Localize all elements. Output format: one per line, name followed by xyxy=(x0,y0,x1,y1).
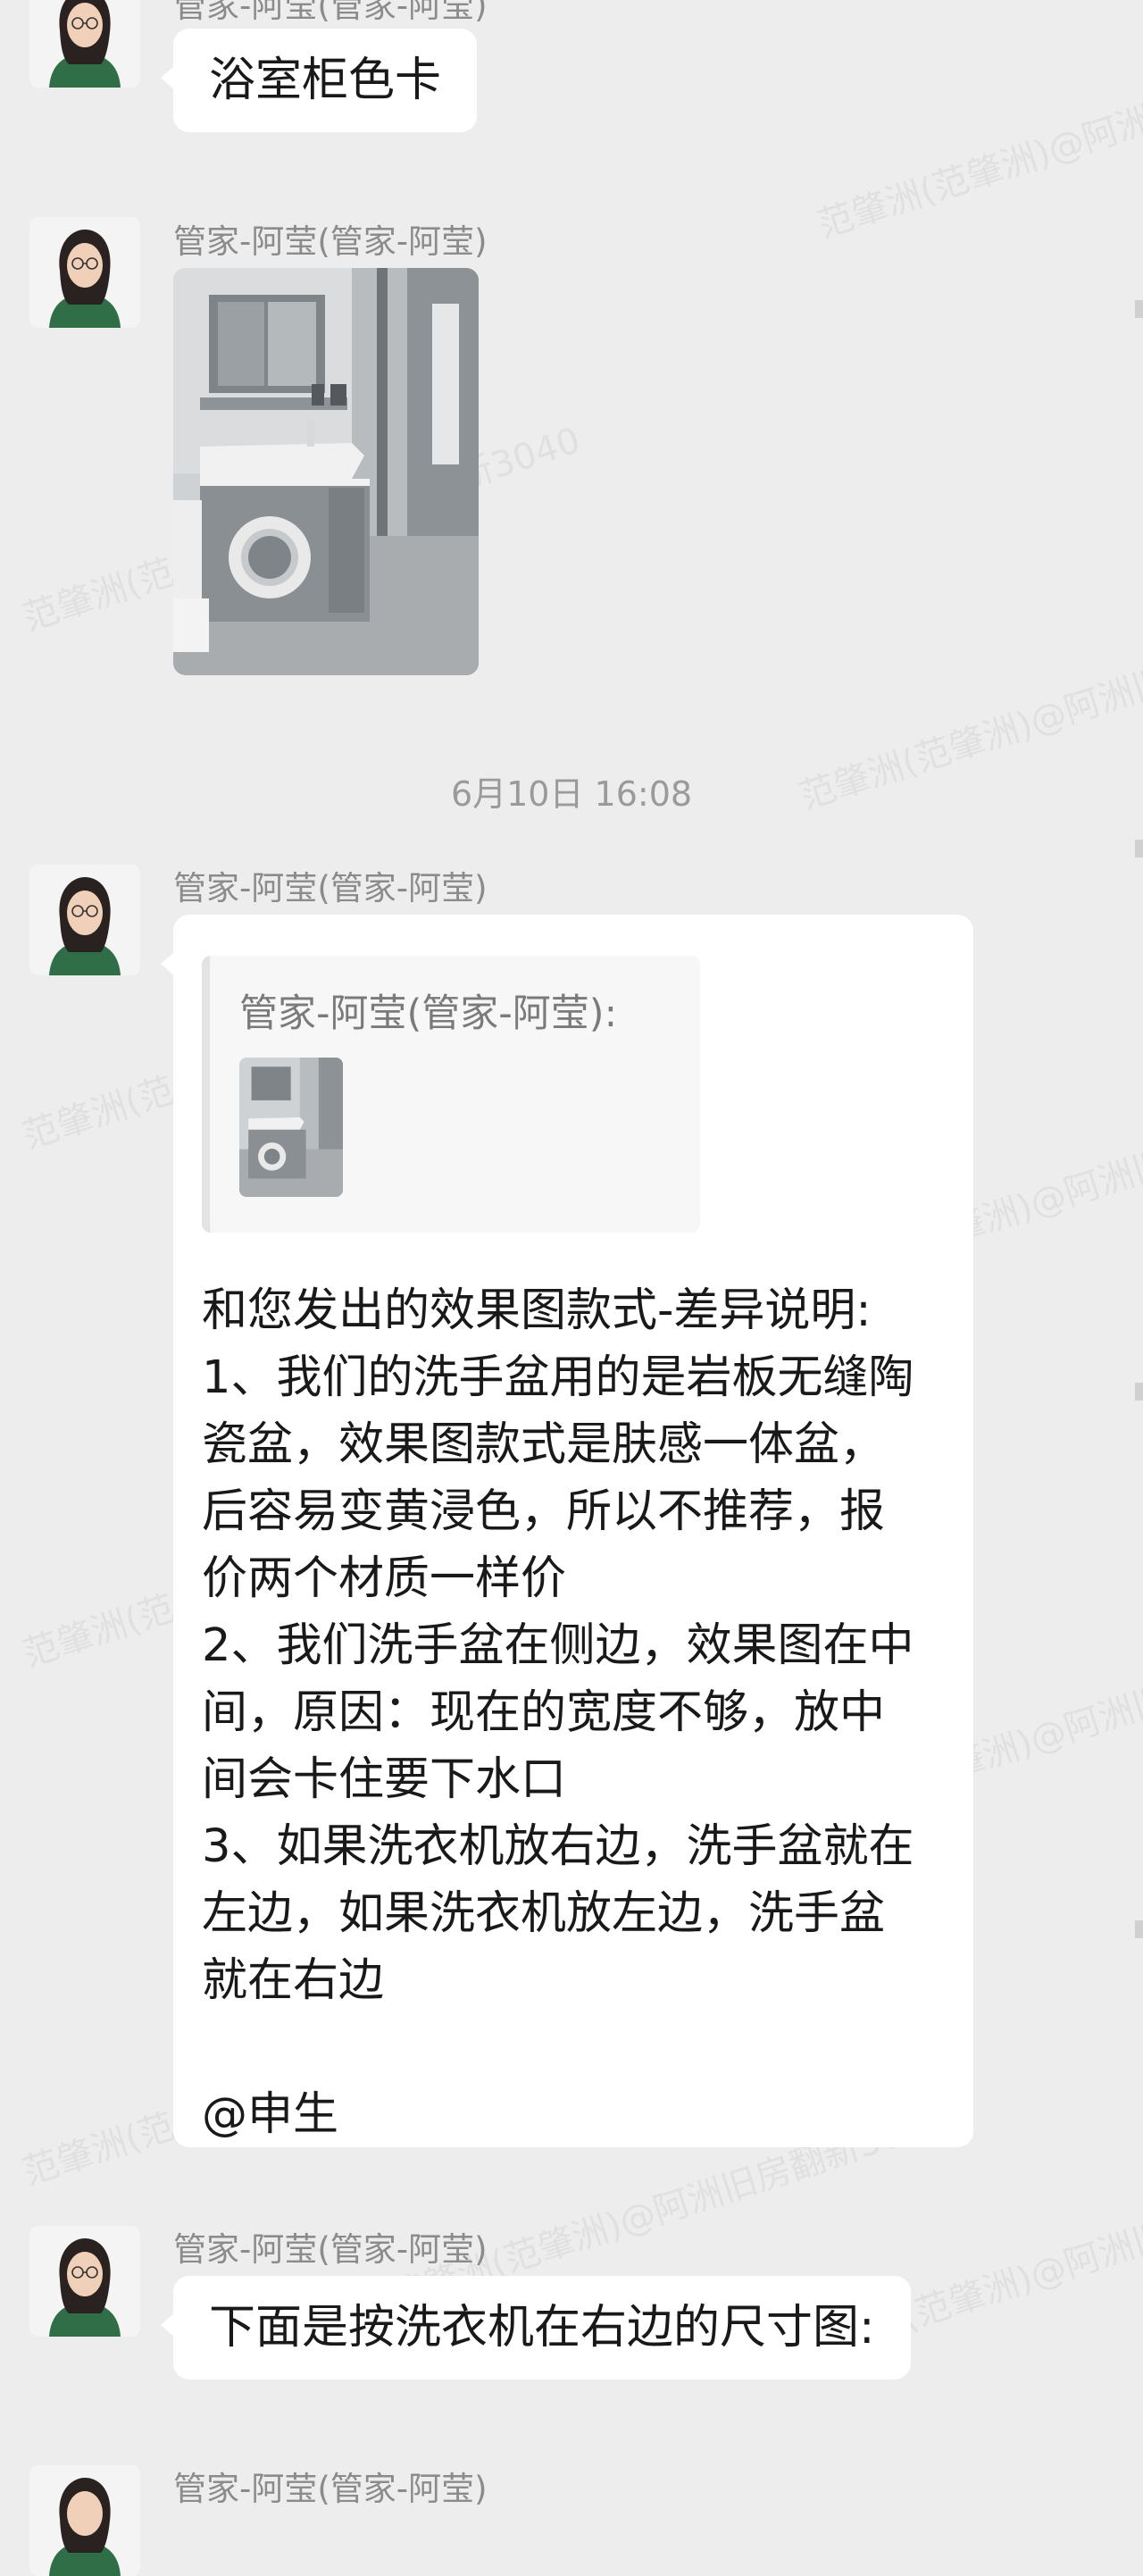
message-bubble[interactable]: 下面是按洗衣机在右边的尺寸图: xyxy=(161,2276,911,2379)
message-bubble[interactable]: 浴室柜色卡 xyxy=(160,29,478,132)
avatar-icon xyxy=(29,217,140,328)
avatar-icon xyxy=(29,865,140,975)
mention-line[interactable]: @申生 xyxy=(202,2081,914,2148)
avatar[interactable] xyxy=(29,0,140,88)
sender-name: 管家-阿莹(管家-阿莹) xyxy=(173,0,488,25)
message-body: 和您发出的效果图款式-差异说明: 1、我们的洗手盆用的是岩板无缝陶 瓷盆，效果图… xyxy=(202,1277,914,2148)
message-line: 后容易变黄浸色，所以不推荐，报 xyxy=(202,1485,886,1538)
message-line: 间，原因：现在的宽度不够，放中 xyxy=(202,1686,886,1739)
quote-image-thumb[interactable] xyxy=(239,1058,343,1197)
message-text: 下面是按洗衣机在右边的尺寸图: xyxy=(209,2301,875,2354)
sender-name: 管家-阿莹(管家-阿莹) xyxy=(173,2230,488,2269)
scroll-marker xyxy=(1135,1383,1143,1401)
message-line: 就在右边 xyxy=(202,1954,385,2007)
message-line: 瓷盆，效果图款式是肤感一体盆， xyxy=(202,1418,886,1471)
avatar-icon xyxy=(29,2226,140,2337)
message-line: 1、我们的洗手盆用的是岩板无缝陶 xyxy=(202,1351,914,1404)
message-text: 浴室柜色卡 xyxy=(209,54,442,107)
avatar[interactable] xyxy=(29,865,140,975)
bathroom-cabinet-photo[interactable] xyxy=(173,268,479,675)
message-line: 价两个材质一样价 xyxy=(202,1552,567,1605)
message-line: 间会卡住要下水口 xyxy=(202,1753,567,1806)
scroll-marker xyxy=(1135,300,1143,318)
avatar[interactable] xyxy=(29,217,140,328)
sender-name: 管家-阿莹(管家-阿莹) xyxy=(173,2470,488,2508)
message-line: 左边，如果洗衣机放左边，洗手盆 xyxy=(202,1887,886,1940)
message-line: 和您发出的效果图款式-差异说明: xyxy=(202,1284,872,1337)
message-line xyxy=(202,2014,914,2081)
avatar[interactable] xyxy=(29,2226,140,2337)
avatar-icon xyxy=(29,2465,140,2576)
message-line: 3、如果洗衣机放右边，洗手盆就在 xyxy=(202,1820,914,1873)
bathroom-thumb-image xyxy=(239,1058,343,1197)
message-bubble[interactable]: 管家-阿莹(管家-阿莹): 和您发出的效果图款式-差异说明: 1、我们的洗手盆用… xyxy=(161,915,973,2148)
message-line: 2、我们洗手盆在侧边，效果图在中 xyxy=(202,1619,914,1672)
quoted-message[interactable]: 管家-阿莹(管家-阿莹): xyxy=(202,956,700,1233)
sender-name: 管家-阿莹(管家-阿莹) xyxy=(173,869,488,907)
watermark-text: 范肇洲(范肇洲)@阿洲旧房翻新3040 xyxy=(813,27,1143,247)
quote-author: 管家-阿莹(管家-阿莹): xyxy=(239,991,618,1036)
avatar[interactable] xyxy=(29,2465,140,2576)
bathroom-photo-image xyxy=(173,268,479,675)
sender-name: 管家-阿莹(管家-阿莹) xyxy=(173,222,488,261)
timestamp-divider: 6月10日 16:08 xyxy=(450,774,693,814)
scroll-marker xyxy=(1135,840,1143,857)
avatar-icon xyxy=(29,0,140,88)
scroll-marker xyxy=(1135,1920,1143,1938)
